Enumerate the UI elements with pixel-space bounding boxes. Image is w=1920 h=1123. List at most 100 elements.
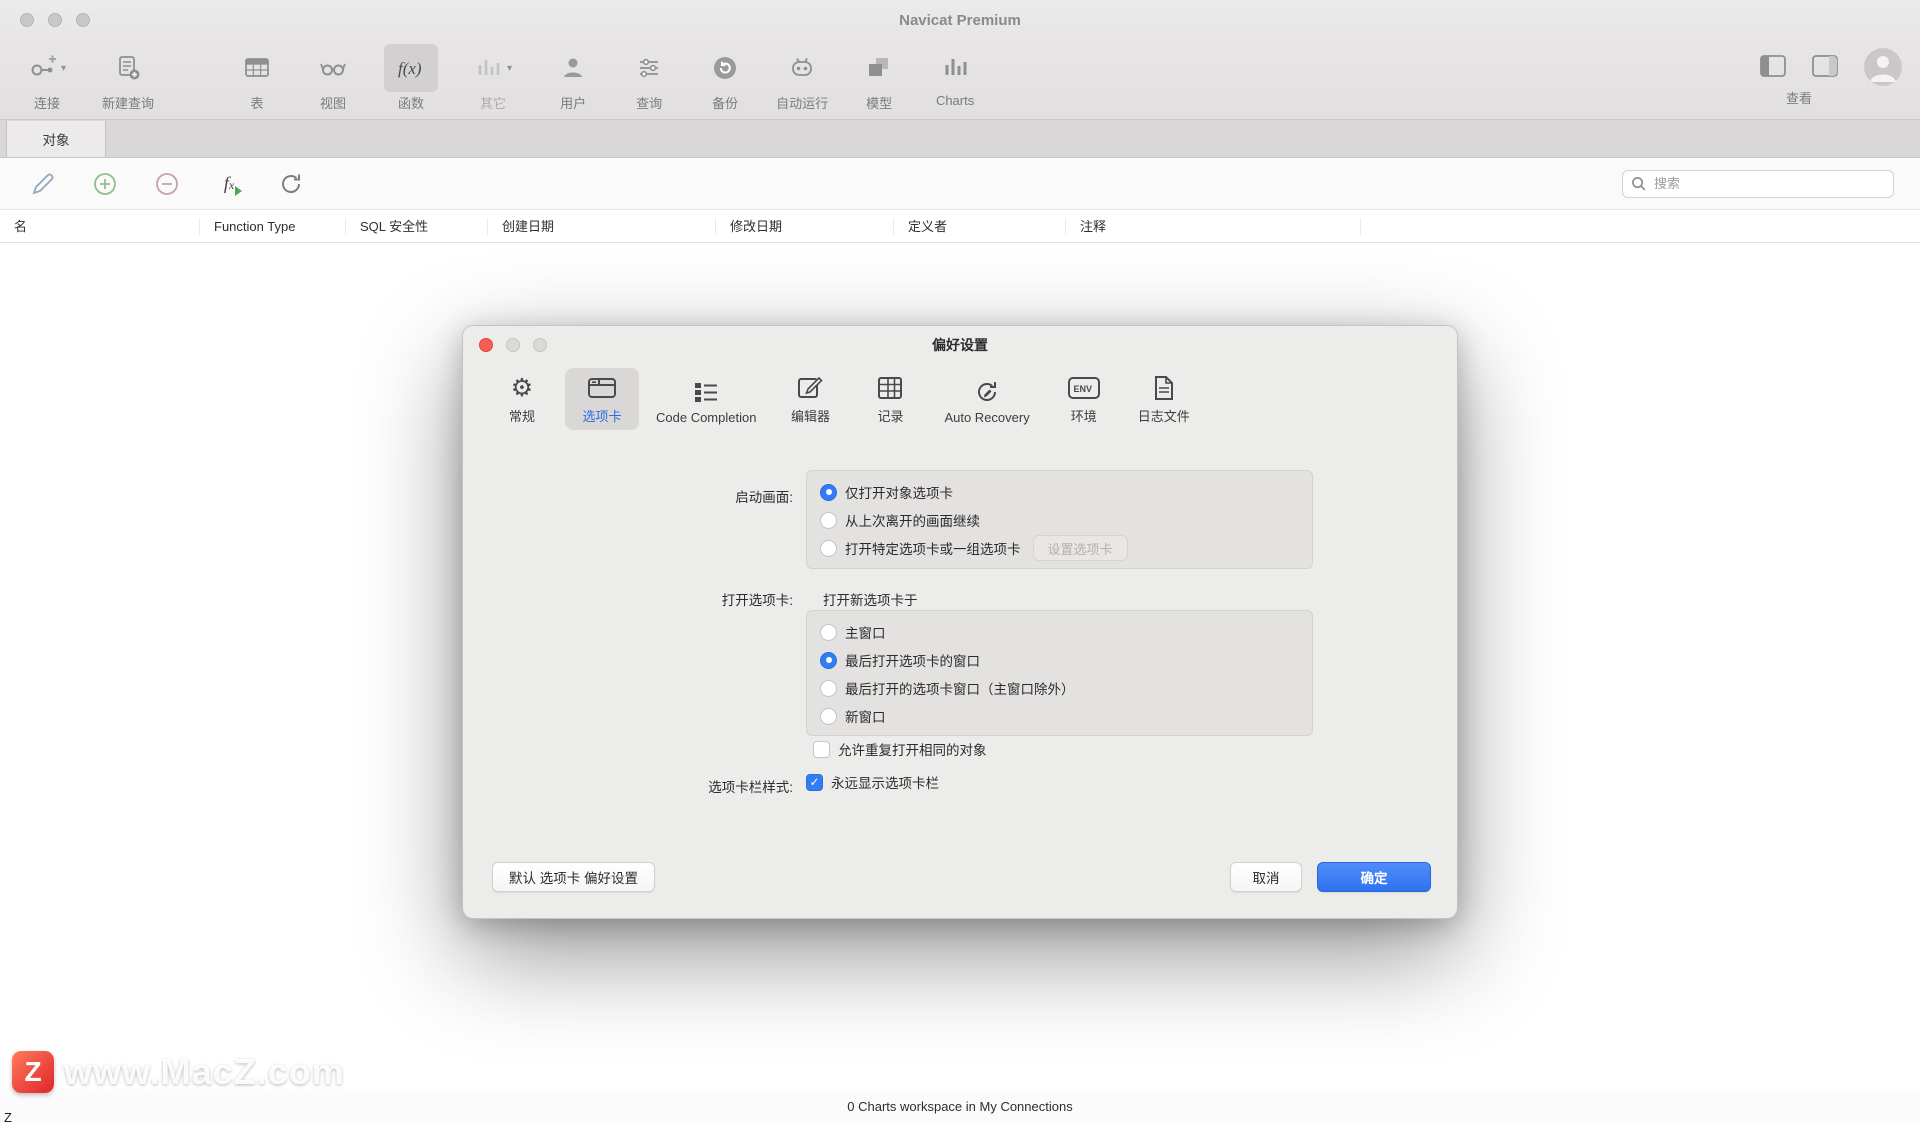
cancel-button[interactable]: 取消	[1230, 862, 1302, 892]
toolbar-item-backup[interactable]: 备份	[700, 44, 750, 112]
toolbar-label: 其它	[480, 93, 506, 112]
radio-last-opened-tab-window[interactable]	[820, 652, 837, 669]
backup-icon	[700, 44, 750, 92]
toolbar-item-query[interactable]: 查询	[624, 44, 674, 112]
toolbar-item-table[interactable]: 表	[232, 44, 282, 112]
toolbar-item-view-panes[interactable]: 查看	[1760, 44, 1838, 107]
search-icon	[1631, 176, 1646, 191]
search-field[interactable]	[1622, 170, 1894, 198]
open-tabs-label: 打开选项卡:	[603, 589, 793, 609]
zoom-window-button[interactable]	[76, 13, 90, 27]
function-icon: f(x)	[384, 44, 438, 92]
watermark-corner-logo: Z	[4, 1110, 12, 1123]
column-header-sql-security[interactable]: SQL 安全性	[346, 218, 488, 235]
toolbar-label: 视图	[320, 93, 346, 112]
toolbar-label: 连接	[34, 93, 60, 112]
minus-circle-icon	[154, 171, 180, 197]
default-tab-preferences-button[interactable]: 默认 选项卡 偏好设置	[492, 862, 655, 892]
ok-button[interactable]: 确定	[1317, 862, 1431, 892]
radio-main-window[interactable]	[820, 624, 837, 641]
toolbar-label: Charts	[936, 93, 974, 108]
plus-circle-icon	[92, 171, 118, 197]
radio-open-objects-tab-only[interactable]	[820, 484, 837, 501]
column-header-filler	[1361, 218, 1920, 235]
status-bar: 0 Charts workspace in My Connections	[0, 1089, 1920, 1123]
preferences-dialog: 偏好设置 ⚙ 常规 选项卡 Code Completion	[462, 325, 1458, 919]
toolbar-label: 新建查询	[102, 93, 154, 112]
toolbar-item-new-query[interactable]: 新建查询	[102, 44, 154, 112]
toolbar-item-function[interactable]: f(x) 函数	[384, 44, 438, 112]
toolbar-item-model[interactable]: 模型	[854, 44, 904, 112]
radio-resume-last-screen[interactable]	[820, 512, 837, 529]
new-query-icon	[103, 44, 153, 92]
users-icon	[548, 44, 598, 92]
chevron-down-icon: ▾	[507, 63, 512, 74]
sidebar-pane-icon[interactable]	[1760, 55, 1786, 77]
watermark-text: www.MacZ.com	[64, 1051, 345, 1093]
column-header-name[interactable]: 名	[0, 218, 200, 235]
user-avatar[interactable]	[1864, 48, 1902, 86]
column-header-comment[interactable]: 注释	[1066, 218, 1361, 235]
window-pane-icon[interactable]	[1812, 55, 1838, 77]
open-tab-option-row: 最后打开选项卡的窗口	[820, 646, 1299, 674]
radio-last-tab-window-except-main[interactable]	[820, 680, 837, 697]
toolbar-item-automation[interactable]: 自动运行	[776, 44, 828, 112]
watermark: Z www.MacZ.com	[12, 1051, 345, 1093]
tab-bar-style-row: ✓ 永远显示选项卡栏	[806, 772, 939, 792]
view-icon	[308, 44, 358, 92]
toolbar-item-connection[interactable]: ▾ 连接	[18, 44, 76, 112]
toolbar-label: 查询	[636, 93, 662, 112]
dialog-body: 启动画面: 仅打开对象选项卡 从上次离开的画面继续 打开特定选项卡或一组选项卡 …	[463, 326, 1457, 918]
startup-options-group: 仅打开对象选项卡 从上次离开的画面继续 打开特定选项卡或一组选项卡 设置选项卡	[806, 470, 1313, 569]
column-header-definer[interactable]: 定义者	[894, 218, 1066, 235]
startup-screen-label: 启动画面:	[603, 486, 793, 506]
others-icon: ▾	[464, 44, 522, 92]
table-icon	[232, 44, 282, 92]
allow-duplicate-row: ✓ 允许重复打开相同的对象	[813, 739, 987, 759]
toolbar-item-users[interactable]: 用户	[548, 44, 598, 112]
column-header-created-date[interactable]: 创建日期	[488, 218, 716, 235]
watermark-logo: Z	[12, 1051, 54, 1093]
toolbar-label: 函数	[398, 93, 424, 112]
column-header-function-type[interactable]: Function Type	[200, 218, 346, 235]
toolbar-item-charts[interactable]: Charts	[930, 44, 980, 108]
toolbar-label: 表	[251, 93, 264, 112]
refresh-button[interactable]	[274, 167, 308, 201]
checkbox-allow-duplicate-objects[interactable]: ✓	[813, 741, 830, 758]
radio-new-window[interactable]	[820, 708, 837, 725]
set-tabs-button[interactable]: 设置选项卡	[1033, 535, 1128, 561]
tab-objects-label: 对象	[43, 129, 70, 149]
edit-function-button[interactable]	[26, 167, 60, 201]
minimize-window-button[interactable]	[48, 13, 62, 27]
checkbox-always-show-tab-bar[interactable]: ✓	[806, 774, 823, 791]
tab-bar-style-label: 选项卡栏样式:	[603, 776, 793, 796]
main-toolbar: ▾ 连接 新建查询 表 视图 f(x) 函数	[0, 40, 1920, 120]
window-title: Navicat Premium	[899, 12, 1021, 29]
delete-function-button[interactable]	[150, 167, 184, 201]
object-list-header: 名 Function Type SQL 安全性 创建日期 修改日期 定义者 注释	[0, 210, 1920, 243]
pencil-icon	[30, 171, 56, 197]
query-icon	[624, 44, 674, 92]
run-function-button[interactable]: fx	[212, 167, 246, 201]
svg-text:f(x): f(x)	[398, 59, 422, 78]
startup-option-row: 从上次离开的画面继续	[820, 506, 1299, 534]
tab-objects[interactable]: 对象	[6, 121, 106, 157]
status-text: 0 Charts workspace in My Connections	[847, 1099, 1072, 1114]
title-bar: Navicat Premium	[0, 0, 1920, 40]
toolbar-item-view[interactable]: 视图	[308, 44, 358, 112]
open-tab-option-row: 主窗口	[820, 618, 1299, 646]
toolbar-item-others[interactable]: ▾ 其它	[464, 44, 522, 112]
connection-icon: ▾	[18, 44, 76, 92]
startup-option-row: 打开特定选项卡或一组选项卡 设置选项卡	[820, 534, 1299, 562]
toolbar-label: 查看	[1786, 88, 1812, 107]
automation-icon	[777, 44, 827, 92]
radio-open-specific-tabs[interactable]	[820, 540, 837, 557]
chevron-down-icon: ▾	[61, 63, 66, 74]
close-window-button[interactable]	[20, 13, 34, 27]
model-icon	[854, 44, 904, 92]
search-input[interactable]	[1652, 175, 1885, 192]
document-tab-bar: 对象	[0, 120, 1920, 158]
startup-option-row: 仅打开对象选项卡	[820, 478, 1299, 506]
column-header-modified-date[interactable]: 修改日期	[716, 218, 894, 235]
new-function-button[interactable]	[88, 167, 122, 201]
